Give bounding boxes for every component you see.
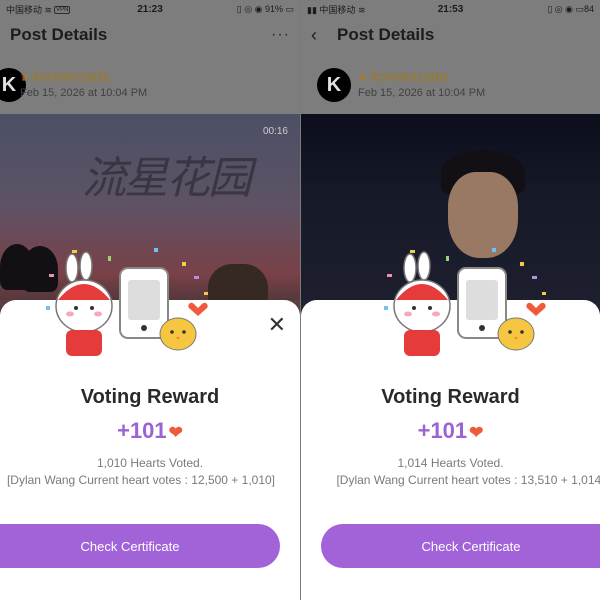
more-icon[interactable]: ··· bbox=[271, 26, 290, 44]
author-name[interactable]: koreanizada bbox=[371, 68, 447, 84]
status-icons: ▯ ◎ ◉ bbox=[236, 3, 265, 14]
wifi-icon: ≋ bbox=[357, 4, 366, 15]
carrier-name: 中国移动 bbox=[319, 4, 356, 15]
nav-bar: Post Details ··· bbox=[0, 20, 300, 50]
status-bar: 中国移动 ≋ VPN 21:23 ▯ ◎ ◉ 91% ▭ bbox=[0, 0, 300, 18]
battery-level: 91% bbox=[264, 3, 283, 14]
hearts-voted-text: 1,014 Hearts Voted. bbox=[397, 456, 504, 470]
vpn-badge: VPN bbox=[54, 6, 71, 15]
avatar[interactable]: K bbox=[317, 68, 351, 102]
battery-level: 84 bbox=[584, 3, 595, 14]
wifi-icon: ≋ bbox=[44, 4, 53, 15]
check-certificate-button[interactable]: Check Certificate bbox=[321, 524, 600, 568]
heart-icon: ❤ bbox=[168, 423, 183, 442]
left-screenshot: 中国移动 ≋ VPN 21:23 ▯ ◎ ◉ 91% ▭ Post Details… bbox=[0, 0, 300, 600]
status-time: 21:23 bbox=[137, 3, 163, 15]
page-title: Post Details bbox=[10, 25, 108, 44]
video-title-overlay: 流星花园 bbox=[82, 153, 252, 204]
crown-icon: ♛ bbox=[20, 72, 30, 84]
reward-title: Voting Reward bbox=[381, 386, 520, 408]
status-bar: ▮▮ 中国移动 ≋ 21:53 ▯ ◎ ◉ ▭84 bbox=[301, 0, 600, 18]
author-row: K ♛ koreanizada Feb 15, 2026 at 10:04 PM bbox=[301, 64, 600, 104]
post-date: Feb 15, 2026 at 10:04 PM bbox=[358, 87, 486, 99]
battery-icon: ▭ bbox=[575, 3, 584, 14]
close-icon[interactable]: ✕ bbox=[268, 314, 286, 336]
reward-amount: +101 bbox=[117, 418, 167, 443]
page-title: Post Details bbox=[337, 25, 435, 44]
hearts-voted-text: 1,010 Hearts Voted. bbox=[96, 456, 204, 470]
author-row: K ♛ koreanizada Feb 15, 2026 at 10:04 PM bbox=[0, 64, 300, 104]
right-screenshot: ▮▮ 中国移动 ≋ 21:53 ▯ ◎ ◉ ▭84 ‹ Post Details… bbox=[300, 0, 600, 600]
video-timestamp: 00:16 bbox=[262, 126, 288, 137]
author-name[interactable]: koreanizada bbox=[33, 68, 109, 84]
current-votes-text: [Dylan Wang Current heart votes : 13,510… bbox=[336, 473, 600, 487]
battery-icon: ▭ bbox=[285, 3, 294, 14]
crown-icon: ♛ bbox=[358, 72, 368, 84]
reward-title: Voting Reward bbox=[80, 386, 220, 408]
reward-amount: +101 bbox=[417, 418, 468, 443]
heart-icon: ❤ bbox=[469, 423, 484, 442]
mascot-illustration bbox=[384, 248, 546, 356]
nav-bar: ‹ Post Details bbox=[301, 20, 600, 50]
current-votes-text: [Dylan Wang Current heart votes : 12,500… bbox=[6, 473, 276, 487]
signal-icon: ▮▮ bbox=[307, 4, 317, 15]
back-icon[interactable]: ‹ bbox=[311, 25, 323, 46]
status-time: 21:53 bbox=[437, 3, 464, 15]
check-certificate-button[interactable]: Check Certificate bbox=[0, 524, 280, 568]
person-figure bbox=[448, 172, 518, 258]
status-icons: ▯ ◎ ◉ bbox=[547, 3, 576, 14]
carrier-name: 中国移动 bbox=[6, 4, 43, 15]
post-date: Feb 15, 2026 at 10:04 PM bbox=[20, 87, 148, 99]
mascot-illustration bbox=[46, 248, 208, 356]
